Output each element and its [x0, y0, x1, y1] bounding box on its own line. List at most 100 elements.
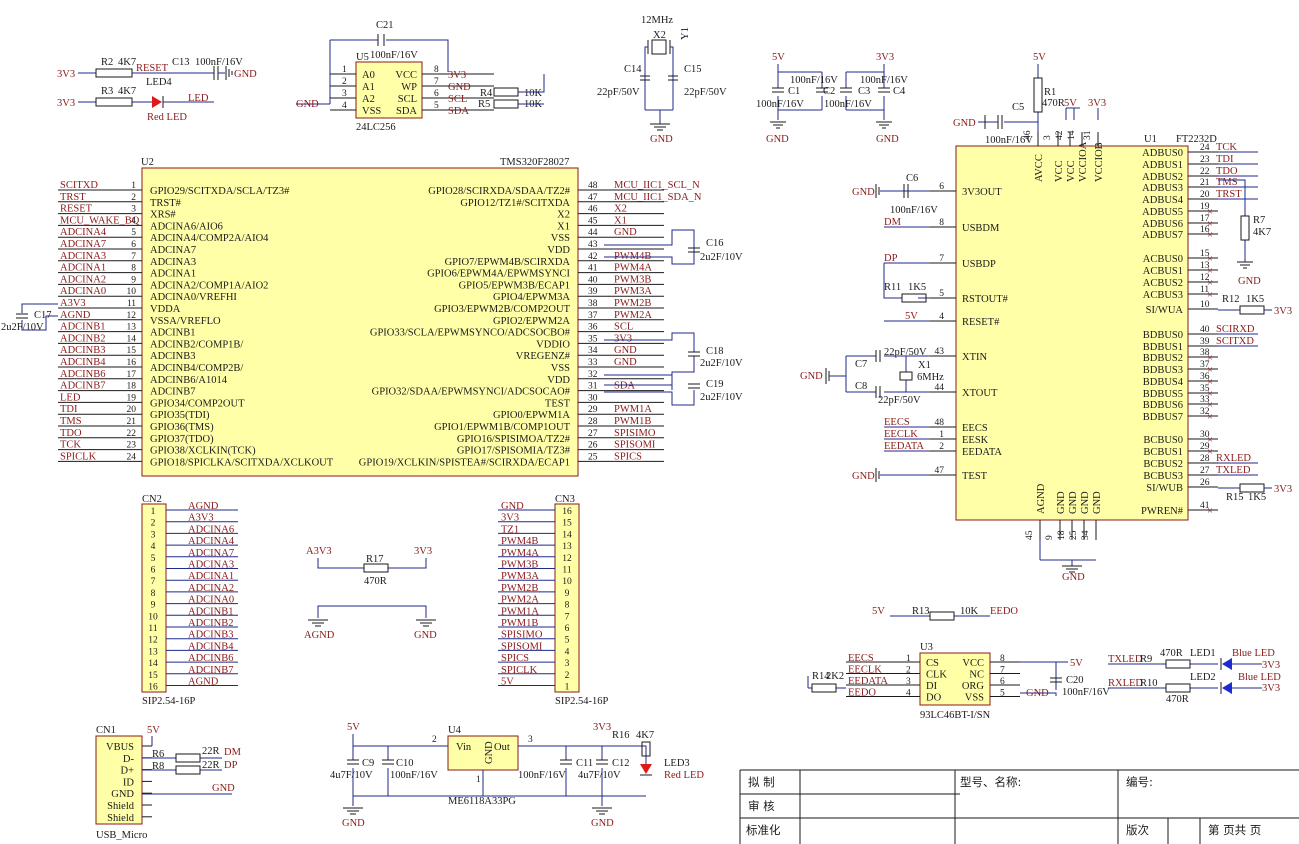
cn3-net-11: SPISIMO: [501, 630, 543, 641]
mcu-right-pin-num-15: 33: [588, 358, 598, 368]
u1-l-name-7: EECS: [962, 423, 988, 434]
u1-b-num-3: 25: [1069, 530, 1079, 540]
u1-r-name-17: BDBUS4: [1143, 377, 1184, 388]
mcu-right-pin-net-10: PWM2B: [614, 298, 651, 309]
u1-l-name-5: XTIN: [962, 352, 987, 363]
cn2-num-3: 4: [151, 542, 156, 552]
cn3-net-6: PWM3A: [501, 571, 539, 582]
u1-b-num-4: 34: [1081, 530, 1091, 540]
u1-r-num-4: 20: [1200, 190, 1210, 200]
u1-t-num-1: 3: [1043, 135, 1053, 140]
mcu-left-pin-name-12: ADCINB1: [150, 328, 196, 339]
led3-ref: LED3: [664, 758, 690, 769]
r7-gnd: GND: [1238, 276, 1261, 287]
u1-top-5v: 5V: [1064, 98, 1077, 109]
mcu-left-pin-num-16: 17: [127, 370, 137, 380]
cn2-ref: CN2: [142, 494, 162, 505]
eeprom-u5: C21 100nF/16V U5 24LC256 1 A0 2 A1 3 A2 4 VSS 8 V…: [296, 20, 545, 133]
cn2-net-7: ADCINA2: [188, 583, 234, 594]
r17-ref: R17: [366, 554, 384, 565]
mcu-left-pin-name-1: TRST#: [150, 198, 182, 209]
r12-body: [1239, 305, 1265, 315]
u5-r-num-1: 7: [434, 77, 439, 87]
mcu-left-pin-num-8: 9: [131, 275, 136, 285]
u1-r-net-13: SCIRXD: [1216, 324, 1255, 335]
u3-r-num-0: 8: [1000, 654, 1005, 664]
cn3-num-1: 15: [562, 519, 572, 529]
u1-r-num-0: 24: [1200, 143, 1210, 153]
u5-r-net-3: SDA: [448, 106, 469, 117]
c3-val: 100nF/16V: [824, 99, 872, 110]
u1-r-name-25: SI/WUB: [1146, 483, 1183, 494]
usb-dp: DP: [224, 760, 238, 771]
reset-circuit: 3V3 R2 4K7 RESET C13 100nF/16V GND 3V3 R…: [57, 57, 257, 123]
mcu-left-pin-num-15: 16: [127, 358, 137, 368]
u4-ref: U4: [448, 725, 462, 736]
mcu-right-pin-name-16: VDD: [547, 375, 570, 386]
mcu-left-pin-net-15: ADCINB4: [60, 357, 106, 368]
mcu-left-pin-num-9: 10: [127, 287, 137, 297]
r4-ref: R4: [480, 88, 493, 99]
u1-bottom-wire: [1039, 540, 1096, 566]
u1-r-name-13: BDBUS0: [1143, 330, 1183, 341]
mcu-left-pin-net-3: MCU_WAKE_BQ: [60, 215, 140, 226]
r3-val: 4K7: [118, 86, 136, 97]
u1-r-num-2: 22: [1200, 167, 1210, 177]
txled-net: TXLED: [1108, 654, 1143, 665]
mcu-left-pin-net-14: ADCINB3: [60, 345, 106, 356]
mcu-right-pin-net-19: PWM1A: [614, 404, 652, 415]
cn2-net-11: ADCINB3: [188, 630, 234, 641]
u1-l-name-10: TEST: [962, 471, 988, 482]
u1-l-num-6: 44: [935, 383, 945, 393]
u1-r-net-1: TDI: [1216, 154, 1234, 165]
cn2-net-2: ADCINA6: [188, 524, 234, 535]
mcu-left-pin-net-2: RESET: [60, 204, 93, 215]
mcu-left-pin-net-11: AGND: [60, 310, 91, 321]
c1-val: 100nF/16V: [756, 99, 804, 110]
mcu-left-pin-num-6: 7: [131, 252, 136, 262]
mcu-right-pin-net-7: PWM4A: [614, 263, 652, 274]
connector-cn2: CN2 1 AGND 2 A3V3 3 ADCINA6 4 ADCINA4 5 ADCINA7 6 A…: [141, 494, 238, 707]
mcu-right-pin-net-1: MCU_IIC1_SDA_N: [614, 192, 702, 203]
u1-r-name-19: BDBUS6: [1143, 400, 1183, 411]
mcu-right-pin-num-8: 40: [588, 275, 598, 285]
u3-l-net-1: EECLK: [848, 665, 882, 676]
mcu-left-pin-num-7: 8: [131, 264, 136, 274]
cn3-num-4: 12: [562, 554, 572, 564]
cn2-num-8: 9: [151, 601, 156, 611]
usb-pin-name-4: GND: [111, 789, 134, 800]
c4-val: 100nF/16V: [860, 75, 908, 86]
r17-body: [363, 563, 389, 573]
cn2-net-12: ADCINB4: [188, 641, 234, 652]
cn3-net-12: SPISOMI: [501, 641, 543, 652]
led4-diode: [152, 96, 162, 108]
r14-val: 2K2: [826, 671, 844, 682]
cn2-net-4: ADCINA7: [188, 548, 234, 559]
c19-ref: C19: [706, 379, 724, 390]
mcu-right-pin-num-17: 31: [588, 382, 598, 392]
osc-wire: [644, 46, 674, 124]
r17-gnd: GND: [414, 630, 437, 641]
mcu-left-pin-name-20: GPIO36(TMS): [150, 422, 214, 433]
mcu-right-pin-name-11: GPIO2/EPWM2A: [493, 316, 570, 327]
u4-part: ME6118A33PG: [448, 796, 516, 807]
cn3-net-7: PWM2B: [501, 583, 538, 594]
usb-pin-name-1: D-: [123, 754, 135, 765]
cn3-num-13: 3: [565, 659, 570, 669]
c1-ref: C1: [788, 86, 800, 97]
mcu-right-pin-net-8: PWM3B: [614, 274, 651, 285]
cn3-num-11: 5: [565, 636, 570, 646]
r5-body: [493, 99, 519, 109]
mcu-right-pin-name-8: GPIO5/EPWM3B/ECAP1: [459, 280, 570, 291]
tb-draw: 拟 制: [748, 775, 775, 789]
r4-body: [493, 87, 519, 97]
u1-t-name-4: VCCIOB: [1094, 142, 1105, 182]
r12-val: 1K5: [1246, 294, 1264, 305]
r11-val: 1K5: [908, 282, 926, 293]
u1-r-name-0: ADBUS0: [1142, 148, 1183, 159]
u1-r-nc-26: ×: [1207, 506, 1213, 517]
u1-r-name-9: ACBUS1: [1143, 266, 1183, 277]
mcu-right-pin-num-13: 35: [588, 334, 598, 344]
cn3-net-8: PWM2A: [501, 595, 539, 606]
u5-l-name-1: A1: [362, 82, 375, 93]
